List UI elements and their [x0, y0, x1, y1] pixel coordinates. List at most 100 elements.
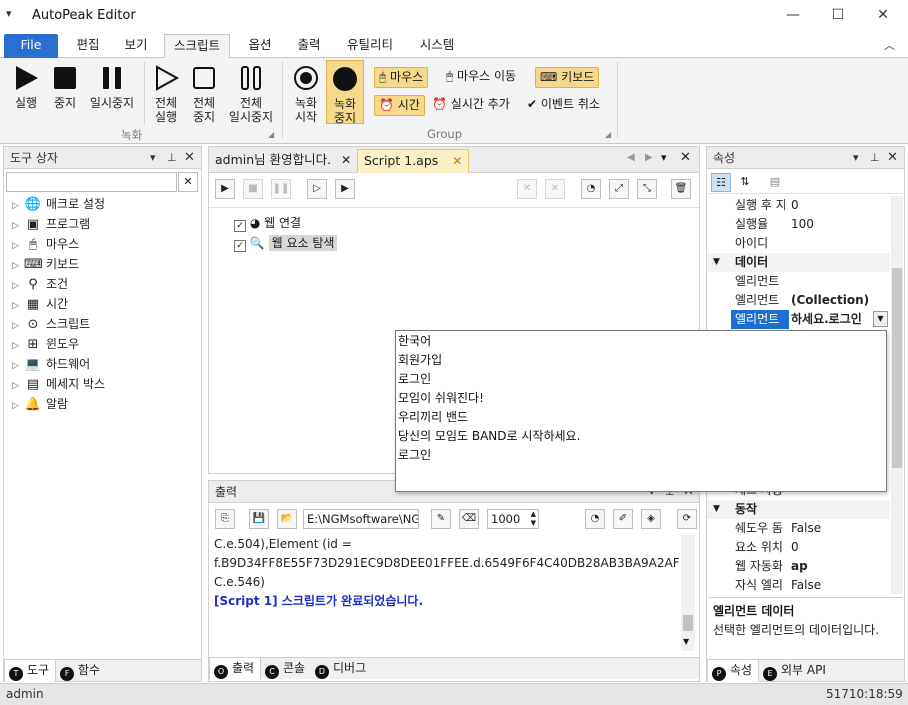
script-node-web-connect[interactable]: ✓ ◕ 웹 연결 — [234, 213, 301, 233]
quick-access-icon[interactable]: ▾ — [6, 7, 12, 20]
property-category-data[interactable]: ▼ 데이터 — [707, 253, 890, 272]
collapse-button[interactable]: ⤡ — [637, 179, 657, 199]
output-scrollbar[interactable]: ▼ — [681, 535, 695, 651]
property-row[interactable]: 엘리먼트 — [707, 272, 890, 291]
property-row[interactable]: 웹 자동화 ap — [707, 557, 890, 576]
property-pages-icon[interactable]: ▤ — [765, 173, 785, 192]
tree-item-window[interactable]: ▷ ⊞ 윈도우 — [12, 334, 198, 354]
dropdown-arrow-icon[interactable]: ▼ — [873, 311, 888, 327]
tab-view[interactable]: 보기 — [114, 34, 158, 58]
close-document-icon[interactable]: ✕ — [680, 150, 691, 165]
tab-edit[interactable]: 편집 — [66, 34, 110, 58]
expand-button[interactable]: ⤢ — [609, 179, 629, 199]
tree-item-script[interactable]: ▷ ⊙ 스크립트 — [12, 314, 198, 334]
tab-file[interactable]: File — [4, 34, 58, 58]
tree-item-macro-settings[interactable]: ▷ 🌐 매크로 설정 — [12, 194, 198, 214]
tab-list-icon[interactable]: ▾ — [661, 151, 667, 164]
stop-button[interactable]: 중지 — [48, 64, 82, 110]
checkbox-checked-icon[interactable]: ✓ — [234, 240, 246, 252]
tree-item-program[interactable]: ▷ ▣ 프로그램 — [12, 214, 198, 234]
refresh-icon[interactable]: ⟳ — [677, 509, 697, 529]
breakpoint-clear-button[interactable]: ✕ — [517, 179, 537, 199]
time-record-toggle[interactable]: ⏰ 시간 — [374, 95, 425, 116]
tree-item-keyboard[interactable]: ▷ ⌨ 키보드 — [12, 254, 198, 274]
save-icon[interactable]: 💾 — [249, 509, 269, 529]
brush-icon[interactable]: ✐ — [613, 509, 633, 529]
tree-item-condition[interactable]: ▷ ⚲ 조건 — [12, 274, 198, 294]
step-over-button[interactable]: ▶ — [335, 179, 355, 199]
dropdown-option[interactable]: 우리끼리 밴드 — [398, 408, 468, 427]
property-row-selected[interactable]: 엘리먼트 하세요.로그인 ▼ — [707, 310, 890, 329]
step-into-button[interactable]: ▷ — [307, 179, 327, 199]
event-cancel-toggle[interactable]: ✔ 이벤트 취소 — [523, 95, 604, 116]
pin-icon[interactable]: ⊥ — [870, 147, 880, 169]
scroll-down-icon[interactable]: ▼ — [683, 637, 689, 646]
tab-system[interactable]: 시스템 — [410, 34, 464, 58]
property-row[interactable]: 요소 위치 0 — [707, 538, 890, 557]
close-button[interactable]: ✕ — [860, 0, 906, 31]
panel-menu-icon[interactable]: ▾ — [150, 147, 156, 169]
clock-icon[interactable]: ◔ — [585, 509, 605, 529]
tab-script[interactable]: 스크립트 — [164, 34, 230, 59]
filter-icon[interactable]: ✎ — [431, 509, 451, 529]
tree-item-mouse[interactable]: ▷ 🖱 마우스 — [12, 234, 198, 254]
minimize-button[interactable]: — — [770, 0, 816, 31]
dropdown-option[interactable]: 당신의 모임도 BAND로 시작하세요. — [398, 427, 580, 446]
dialog-launcher-icon[interactable]: ◢ — [605, 130, 611, 139]
tab-utility[interactable]: 유틸리티 — [338, 34, 402, 58]
collapse-ribbon-icon[interactable]: ︿ — [884, 37, 895, 53]
property-scrollbar[interactable] — [891, 196, 903, 594]
tab-script-1[interactable]: Script 1.aps ✕ — [357, 149, 470, 173]
tree-item-alarm[interactable]: ▷ 🔔 알람 — [12, 394, 198, 414]
pause-button[interactable]: ❚❚ — [271, 179, 291, 199]
checkbox-checked-icon[interactable]: ✓ — [234, 220, 246, 232]
record-start-button[interactable]: 녹화 시작 — [289, 64, 323, 124]
tab-properties[interactable]: P 속성 — [707, 660, 760, 682]
stop-all-button[interactable]: 전체 중지 — [187, 64, 221, 124]
mouse-record-toggle[interactable]: 🖰 마우스 — [374, 67, 429, 88]
tree-item-hardware[interactable]: ▷ 💻 하드웨어 — [12, 354, 198, 374]
dropdown-option[interactable]: 로그인 — [398, 446, 431, 465]
scrollbar-thumb[interactable] — [683, 615, 693, 631]
panel-menu-icon[interactable]: ▾ — [853, 147, 859, 169]
property-row[interactable]: 엘리먼트 (Collection) — [707, 291, 890, 310]
property-row[interactable]: 자식 엘리 False — [707, 576, 890, 594]
tab-welcome[interactable]: admin님 환영합니다. ✕ — [209, 149, 357, 173]
run-button[interactable]: 실행 — [8, 64, 44, 110]
stop-button[interactable]: ■ — [243, 179, 263, 199]
tab-debug[interactable]: D 디버그 — [311, 658, 372, 680]
property-row[interactable]: 아이디 — [707, 234, 890, 253]
pause-button[interactable]: 일시중지 — [86, 64, 138, 110]
script-node-web-element-search[interactable]: ✓ 🔍 웹 요소 탐색 — [234, 233, 338, 253]
close-icon[interactable]: ✕ — [887, 147, 898, 169]
tab-console[interactable]: C 콘솔 — [261, 658, 311, 680]
pin-icon[interactable]: ⊥ — [167, 147, 177, 169]
dropdown-option[interactable]: 모임이 쉬워진다! — [398, 389, 484, 408]
clock-button[interactable]: ◔ — [581, 179, 601, 199]
realtime-add-toggle[interactable]: ⏰ 실시간 추가 — [428, 95, 514, 116]
stepper-arrows-icon[interactable]: ▲ ▼ — [531, 510, 536, 528]
clear-output-button[interactable]: ⎘ — [215, 509, 235, 529]
tree-item-time[interactable]: ▷ ▦ 시간 — [12, 294, 198, 314]
delete-button[interactable]: 🗑 — [671, 179, 691, 199]
close-icon[interactable]: ✕ — [184, 147, 195, 169]
breakpoint-clear-all-button[interactable]: ✕ — [545, 179, 565, 199]
tree-item-message-box[interactable]: ▷ ▤ 메세지 박스 — [12, 374, 198, 394]
property-row[interactable]: 실행율 100 — [707, 215, 890, 234]
mouse-move-toggle[interactable]: 🖱 마우스 이동 — [442, 67, 520, 88]
tab-functions[interactable]: F 함수 — [56, 660, 106, 682]
tab-external-api[interactable]: E 외부 API — [759, 660, 832, 682]
run-all-button[interactable]: 전체 실행 — [149, 64, 183, 124]
sort-alpha-icon[interactable]: ⇅ — [735, 173, 755, 192]
tab-output-log[interactable]: O 출력 — [209, 658, 262, 680]
dropdown-option[interactable]: 한국어 — [398, 332, 431, 351]
toolbox-search-input[interactable] — [6, 172, 177, 192]
property-row[interactable]: 실행 후 지0 — [707, 196, 890, 215]
tab-tools[interactable]: T 도구 — [4, 660, 57, 682]
scrollbar-thumb[interactable] — [892, 268, 902, 468]
dialog-launcher-icon[interactable]: ◢ — [268, 130, 274, 139]
dropdown-option[interactable]: 로그인 — [398, 370, 431, 389]
play-button[interactable]: ▶ — [215, 179, 235, 199]
keyboard-record-toggle[interactable]: ⌨ 키보드 — [535, 67, 600, 88]
property-row[interactable]: 쉐도우 돔 False — [707, 519, 890, 538]
